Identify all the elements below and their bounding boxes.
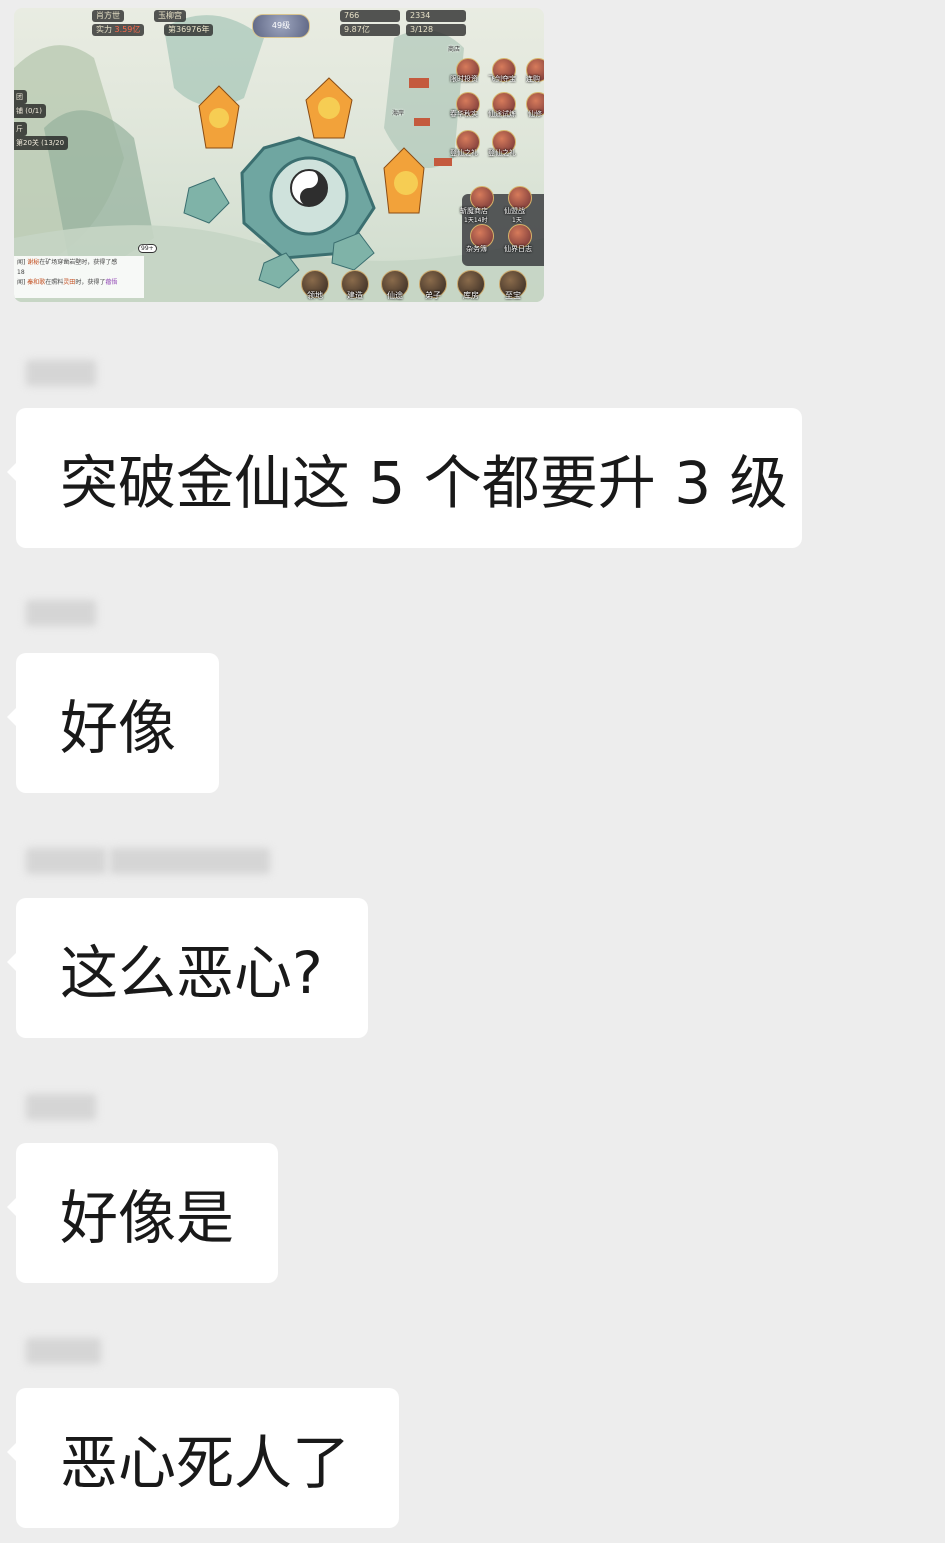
build-button[interactable]: 建造 bbox=[338, 270, 372, 300]
side-task-4[interactable]: 第20关 (13/20 bbox=[14, 136, 69, 150]
coast-tag: 海岸 bbox=[392, 110, 405, 117]
player-name-bar[interactable]: 肖方世 bbox=[92, 10, 124, 22]
chat-line: 闻] 谢秘在矿场穿凿岩壁时，获得了感 bbox=[17, 259, 118, 266]
right-icon-label: 飞剑夺宝 bbox=[488, 75, 516, 83]
sender-name-blurred bbox=[26, 1092, 96, 1122]
resource-3: 9.87亿 bbox=[340, 24, 400, 36]
resource-4: 3/128 bbox=[406, 24, 466, 36]
message-bubble[interactable]: 这么恶心? bbox=[7, 898, 368, 1038]
power-bar: 实力 3.59亿 bbox=[92, 24, 145, 36]
year-bar: 第36976年 bbox=[164, 24, 214, 36]
game-chat-log[interactable]: 闻] 谢秘在矿场穿凿岩壁时，获得了感 18 闻] 秦和歌在照料灵田时，获得了蓿悟 bbox=[14, 256, 144, 298]
message-text: 恶心死人了 bbox=[60, 1429, 351, 1497]
right-icon-label: 仙修 bbox=[528, 110, 542, 118]
world-log-label: 仙界日志 bbox=[504, 245, 532, 253]
right-icon-label: 限时投资 bbox=[450, 75, 478, 83]
sender-name-blurred bbox=[26, 846, 270, 876]
right-icon-label: 春华秋实 bbox=[450, 110, 478, 118]
message-bubble[interactable]: 好像是 bbox=[7, 1143, 278, 1283]
message-text: 这么恶心? bbox=[60, 939, 323, 1007]
message-bubble[interactable]: 好像 bbox=[7, 653, 219, 793]
side-task-3[interactable]: 斤 bbox=[14, 122, 27, 136]
path-button[interactable]: 仙途 bbox=[378, 270, 412, 300]
right-icon-label: 仙途试炼 bbox=[488, 110, 516, 118]
chores-label: 杂务簿 bbox=[466, 245, 487, 253]
level-badge[interactable]: 49级 bbox=[252, 14, 310, 38]
message-text: 好像是 bbox=[60, 1184, 235, 1252]
game-screenshot-image[interactable]: 肖方世 玉柳宫 实力 3.59亿 第36976年 49级 766 2334 9.… bbox=[14, 8, 544, 302]
sender-name-blurred bbox=[26, 598, 96, 628]
resource-2: 2334 bbox=[406, 10, 466, 22]
sect-name-bar[interactable]: 玉柳宫 bbox=[154, 10, 186, 22]
side-task-1[interactable]: 团 bbox=[14, 90, 27, 104]
alliance-war-timer: 1天 bbox=[512, 217, 522, 224]
territory-button[interactable]: 领地 bbox=[298, 270, 332, 300]
right-icon-label: 登仙之礼 bbox=[488, 149, 516, 157]
disciples-button[interactable]: 弟子 bbox=[416, 270, 450, 300]
sender-name-blurred bbox=[26, 358, 96, 388]
treasure-button[interactable]: 至宝 bbox=[496, 270, 530, 300]
right-icon-label: 连购 bbox=[526, 75, 540, 83]
message-bubble[interactable]: 恶心死人了 bbox=[7, 1388, 399, 1528]
message-text: 突破金仙这 5 个都要升 3 级 bbox=[60, 449, 788, 517]
message-text: 好像 bbox=[60, 694, 177, 762]
shop-tag: 商店 bbox=[448, 46, 461, 53]
sender-name-blurred bbox=[26, 1336, 101, 1366]
message-bubble[interactable]: 突破金仙这 5 个都要升 3 级 bbox=[7, 408, 802, 548]
chat-unread-badge: 99+ bbox=[138, 244, 157, 253]
chat-line: 闻] 秦和歌在照料灵田时，获得了蓿悟 bbox=[17, 279, 118, 286]
storage-button[interactable]: 库房 bbox=[454, 270, 488, 300]
chat-line-tail: 18 bbox=[17, 269, 25, 276]
side-task-2[interactable]: 铺 (0/1) bbox=[14, 104, 46, 118]
right-icon-label: 登仙之礼 bbox=[450, 149, 478, 157]
demon-shop-timer: 1天14时 bbox=[464, 217, 488, 224]
resource-1: 766 bbox=[340, 10, 400, 22]
